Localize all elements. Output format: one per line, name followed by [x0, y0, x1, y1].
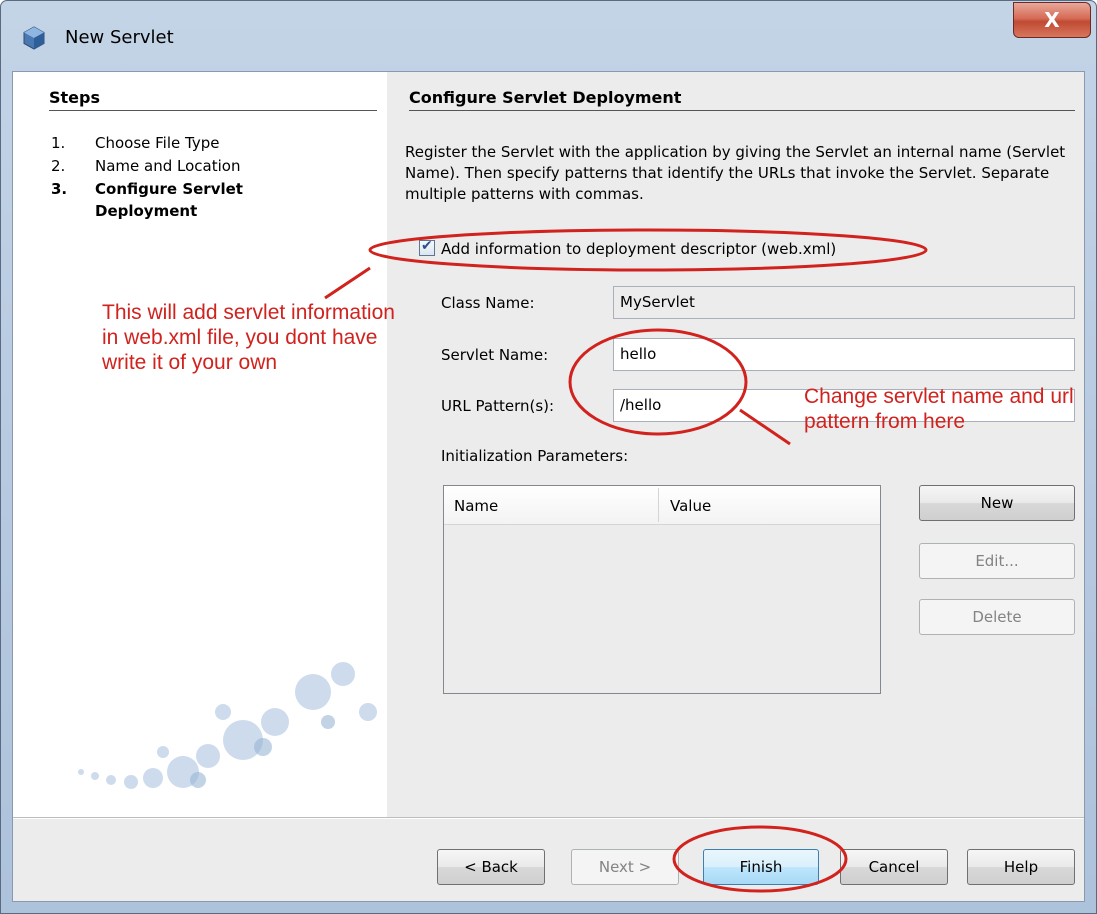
- step-item-name-and-location: Name and Location: [95, 157, 241, 175]
- back-button[interactable]: < Back: [437, 849, 545, 885]
- class-name-label: Class Name:: [441, 294, 535, 312]
- class-name-field: MyServlet: [613, 286, 1075, 319]
- column-header-name[interactable]: Name: [454, 497, 498, 515]
- url-pattern-label: URL Pattern(s):: [441, 397, 555, 415]
- column-header-value[interactable]: Value: [670, 497, 711, 515]
- table-header: Name Value: [444, 486, 880, 525]
- netbeans-cube-icon: [23, 26, 45, 50]
- servlet-name-input[interactable]: hello: [613, 338, 1075, 371]
- step-item-choose-file-type: Choose File Type: [95, 134, 220, 152]
- checkmark-icon: ✔: [421, 238, 433, 254]
- dialog-window: New Servlet X Steps 1. Choose File Type …: [0, 0, 1097, 914]
- finish-button[interactable]: Finish: [703, 849, 819, 885]
- edit-param-button[interactable]: Edit...: [919, 543, 1075, 579]
- next-button[interactable]: Next >: [571, 849, 679, 885]
- steps-divider: [49, 110, 377, 111]
- close-button[interactable]: X: [1013, 2, 1091, 38]
- init-params-table[interactable]: Name Value: [443, 485, 881, 694]
- step-number: 3.: [51, 180, 68, 198]
- steps-heading: Steps: [49, 88, 100, 107]
- footer-divider-highlight: [13, 818, 1084, 819]
- new-param-button[interactable]: New: [919, 485, 1075, 521]
- description-text: Register the Servlet with the applicatio…: [405, 143, 1066, 203]
- cancel-button[interactable]: Cancel: [840, 849, 948, 885]
- page-title: Configure Servlet Deployment: [409, 88, 682, 107]
- checkbox-label: Add information to deployment descriptor…: [441, 240, 837, 258]
- step-item-configure-servlet-deployment: Configure Servlet Deployment: [95, 180, 243, 220]
- decorative-bubbles-graphic: [78, 662, 377, 789]
- deployment-descriptor-checkbox[interactable]: ✔: [419, 238, 435, 256]
- heading-divider: [409, 110, 1075, 111]
- step-number: 2.: [51, 157, 66, 175]
- servlet-name-label: Servlet Name:: [441, 346, 549, 364]
- column-divider: [658, 488, 659, 522]
- dialog-body: Steps 1. Choose File Type 2. Name and Lo…: [12, 71, 1085, 902]
- deployment-descriptor-option[interactable]: ✔ Add information to deployment descripto…: [419, 238, 837, 258]
- step-number: 1.: [51, 134, 66, 152]
- steps-panel: Steps 1. Choose File Type 2. Name and Lo…: [13, 72, 387, 817]
- right-annotation: Change servlet name and url pattern from…: [804, 385, 1074, 433]
- window-title: New Servlet: [65, 27, 174, 48]
- init-params-label: Initialization Parameters:: [441, 447, 629, 465]
- help-button[interactable]: Help: [967, 849, 1075, 885]
- title-bar[interactable]: New Servlet X: [1, 1, 1096, 71]
- left-annotation: This will add servlet information in web…: [102, 301, 395, 374]
- delete-param-button[interactable]: Delete: [919, 599, 1075, 635]
